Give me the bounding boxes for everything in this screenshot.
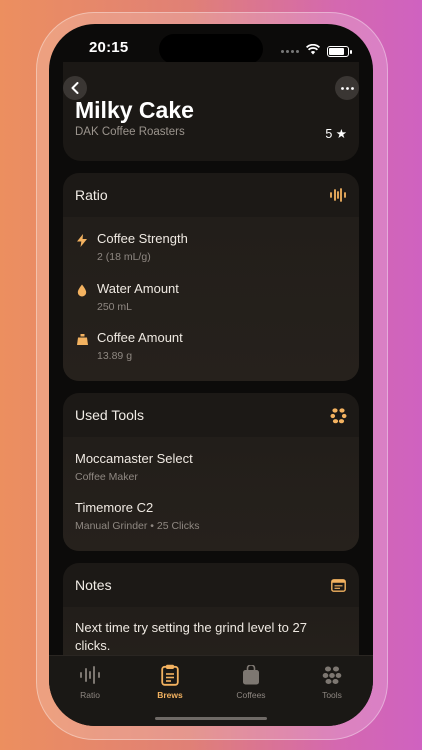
tab-ratio[interactable]: Ratio <box>55 664 125 700</box>
list-item-coffee-strength[interactable]: Coffee Strength 2 (18 mL/g) <box>75 231 347 265</box>
note-icon <box>329 576 347 594</box>
ratio-card-header: Ratio <box>63 173 359 217</box>
list-item-moccamaster[interactable]: Moccamaster Select Coffee Maker <box>75 451 347 485</box>
phone-screen: 20:15 Milky Cake DAK Coffee Roasters 5 ★… <box>49 24 373 726</box>
used-tools-card[interactable]: Used Tools Moccamaster Select Coffee Mak… <box>63 393 359 551</box>
cellular-signal-icon <box>281 49 299 53</box>
bolt-icon <box>75 233 89 247</box>
list-item-water-amount[interactable]: Water Amount 250 mL <box>75 281 347 315</box>
battery-icon <box>327 45 352 57</box>
item-value: 13.89 g <box>97 350 133 362</box>
list-item-coffee-amount[interactable]: Coffee Amount 13.89 g <box>75 330 347 364</box>
tab-label: Ratio <box>80 690 100 700</box>
rating: 5 ★ <box>325 127 347 141</box>
item-title: Water Amount <box>97 281 179 296</box>
notes-card-title: Notes <box>75 577 112 593</box>
clipboard-icon <box>135 664 205 686</box>
tab-label: Tools <box>322 690 342 700</box>
drop-icon <box>75 283 89 297</box>
tools-card-header: Used Tools <box>63 393 359 437</box>
roaster-name: DAK Coffee Roasters <box>75 126 185 138</box>
tools-list: Moccamaster Select Coffee Maker Timemore… <box>63 437 359 551</box>
ratio-card[interactable]: Ratio Coffee Strength 2 (18 mL/g) Water … <box>63 173 359 381</box>
waveform-icon <box>329 186 347 204</box>
more-options-button[interactable] <box>335 76 359 100</box>
tab-label: Brews <box>157 690 183 700</box>
notes-text: Next time try setting the grind level to… <box>75 620 307 653</box>
tab-brews[interactable]: Brews <box>135 664 205 700</box>
ratio-list: Coffee Strength 2 (18 mL/g) Water Amount… <box>63 217 359 381</box>
beans-icon <box>329 406 347 424</box>
tab-bar: Ratio Brews Coffees Tools <box>49 655 373 726</box>
item-title: Moccamaster Select <box>75 451 193 466</box>
ellipsis-icon <box>340 86 354 90</box>
item-title: Coffee Strength <box>97 231 188 246</box>
ratio-card-title: Ratio <box>75 187 108 203</box>
status-icons <box>281 42 352 60</box>
scoop-icon <box>75 332 89 346</box>
coffee-title: Milky Cake <box>75 97 194 123</box>
chevron-left-icon <box>71 82 79 94</box>
tab-coffees[interactable]: Coffees <box>216 664 286 700</box>
status-time: 20:15 <box>89 39 129 56</box>
dynamic-island <box>159 34 263 64</box>
home-indicator <box>155 717 267 720</box>
item-title: Coffee Amount <box>97 330 183 345</box>
waveform-icon <box>55 664 125 686</box>
list-item-timemore[interactable]: Timemore C2 Manual Grinder • 25 Clicks <box>75 500 347 534</box>
wifi-icon <box>305 42 321 60</box>
item-value: 250 mL <box>97 301 133 313</box>
item-value: 2 (18 mL/g) <box>97 251 151 263</box>
item-title: Timemore C2 <box>75 500 154 515</box>
tab-label: Coffees <box>236 690 266 700</box>
bag-icon <box>216 664 286 686</box>
brew-header: Milky Cake DAK Coffee Roasters 5 ★ <box>63 62 359 161</box>
item-subtitle: Manual Grinder • 25 Clicks <box>75 520 200 532</box>
tools-card-title: Used Tools <box>75 407 145 423</box>
notes-card-header: Notes <box>63 563 359 607</box>
beans-icon <box>297 664 367 686</box>
tab-tools[interactable]: Tools <box>297 664 367 700</box>
item-subtitle: Coffee Maker <box>75 471 138 483</box>
